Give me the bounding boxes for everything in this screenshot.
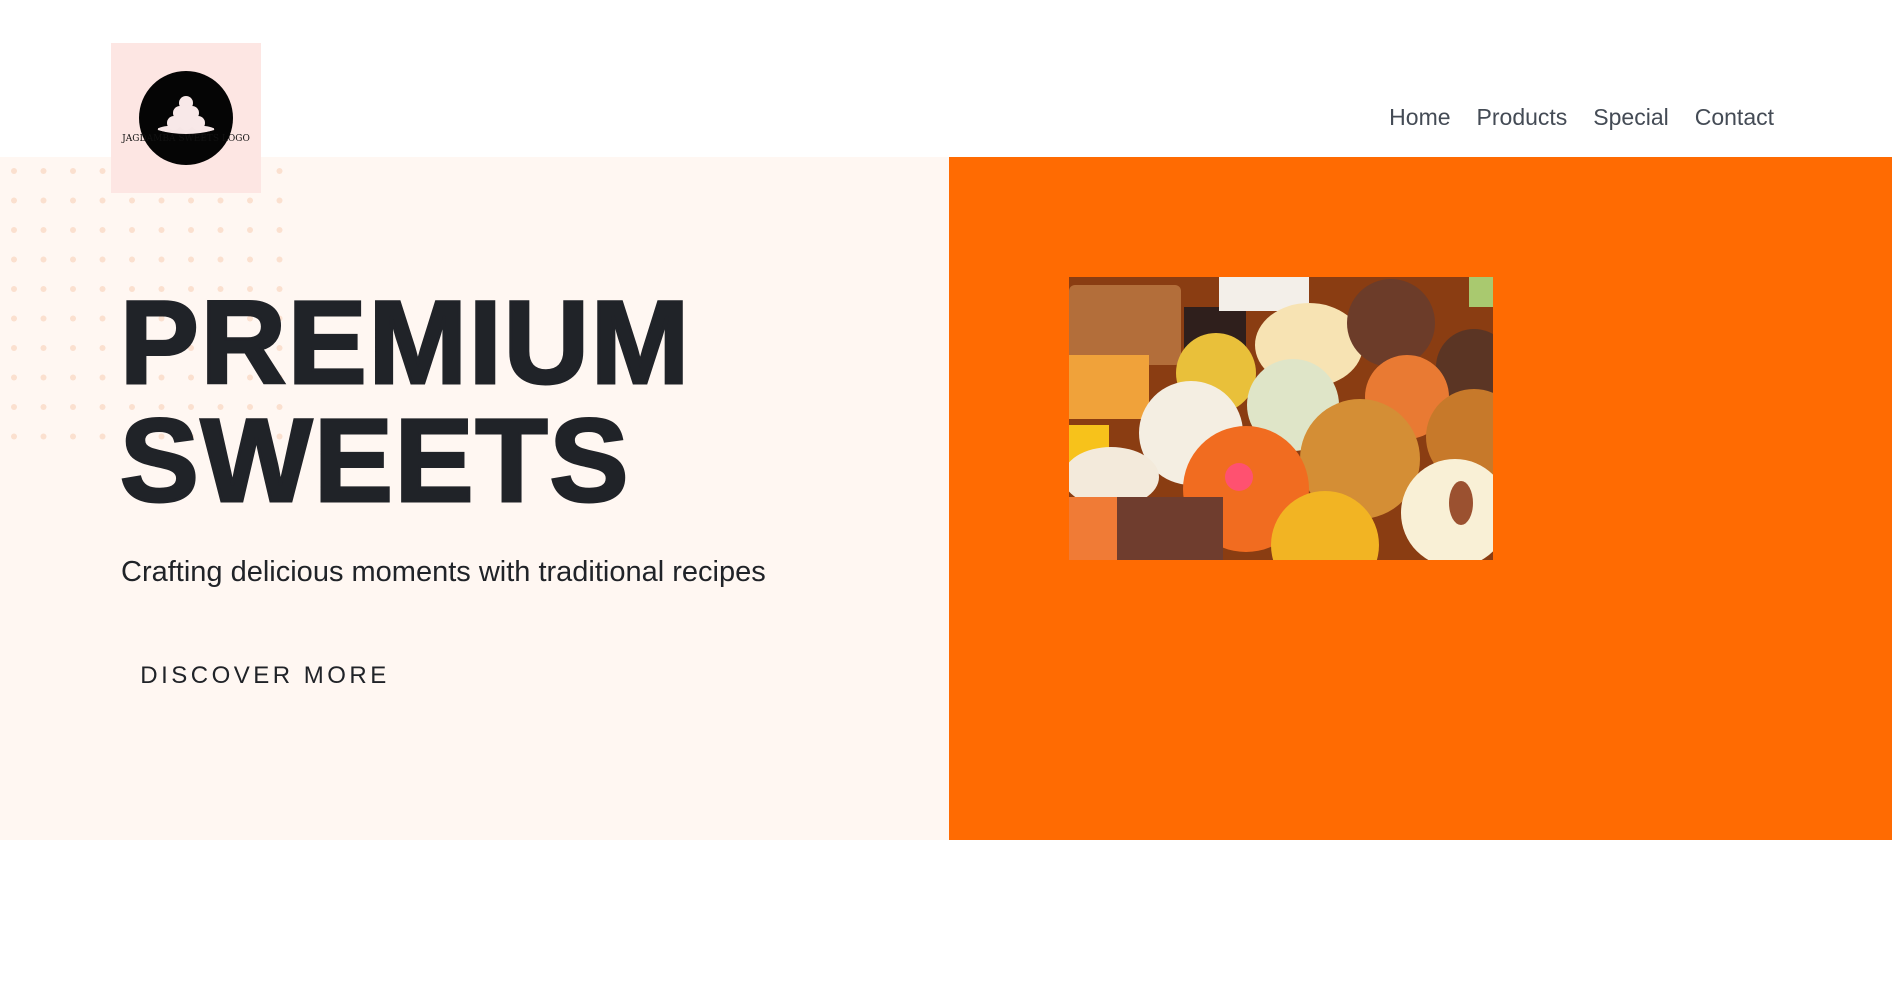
sweets-mound-icon — [157, 96, 215, 134]
nav-home-link[interactable]: Home — [1389, 104, 1450, 131]
hero-image-panel — [949, 157, 1892, 840]
logo-emblem — [139, 71, 233, 165]
hero-title-line2: SWEETS — [118, 395, 631, 527]
sweets-photo-icon — [1069, 277, 1493, 560]
sweets-photo — [1069, 277, 1493, 560]
nav-products-link[interactable]: Products — [1477, 104, 1568, 131]
hero-subtitle: Crafting delicious moments with traditio… — [121, 556, 766, 588]
logo-text: JAGDAMBA SWEETS LOGO — [122, 134, 250, 144]
nav-special-link[interactable]: Special — [1593, 104, 1668, 131]
discover-more-button[interactable]: DISCOVER MORE — [120, 649, 410, 703]
hero-text-panel: PREMIUM SWEETS Crafting delicious moment… — [0, 157, 949, 840]
site-header: Home Products Special Contact — [0, 0, 1892, 157]
hero-title: PREMIUM SWEETS — [118, 283, 691, 522]
hero-title-line1: PREMIUM — [118, 277, 692, 409]
nav-contact-link[interactable]: Contact — [1695, 104, 1774, 131]
main-nav: Home Products Special Contact — [1389, 104, 1774, 131]
brand-logo[interactable]: JAGDAMBA SWEETS LOGO — [111, 43, 261, 193]
